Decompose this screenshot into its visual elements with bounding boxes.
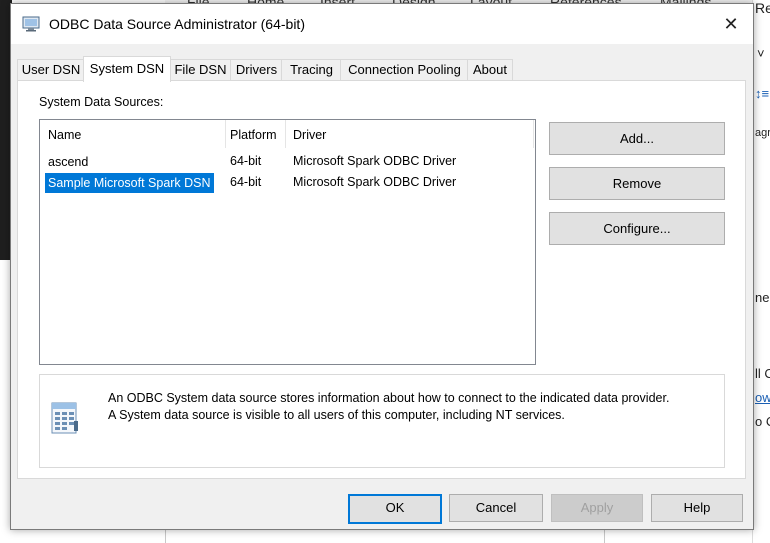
row-platform: 64-bit xyxy=(230,154,262,168)
tab-file-dsn[interactable]: File DSN xyxy=(169,59,232,81)
ok-button[interactable]: OK xyxy=(348,494,442,524)
system-data-sources-label: System Data Sources: xyxy=(39,95,164,109)
row-driver: Microsoft Spark ODBC Driver xyxy=(293,154,457,168)
bg-fragment: ↕≡ xyxy=(755,86,770,101)
close-button[interactable]: ✕ xyxy=(709,4,753,44)
tab-about[interactable]: About xyxy=(467,59,513,81)
info-box: An ODBC System data source stores inform… xyxy=(39,374,725,468)
bg-fragment: o C xyxy=(755,414,770,429)
tab-system-dsn[interactable]: System DSN xyxy=(83,56,171,82)
info-text-line-1: An ODBC System data source stores inform… xyxy=(108,391,670,405)
bg-fragment-link[interactable]: ow xyxy=(755,390,770,405)
list-header: Name Platform Driver xyxy=(40,120,535,150)
bg-fragment: Re xyxy=(755,0,770,16)
row-platform: 64-bit xyxy=(230,175,262,189)
row-name: Sample Microsoft Spark DSN xyxy=(45,173,214,193)
tab-tracing[interactable]: Tracing xyxy=(281,59,342,81)
bg-fragment: agr xyxy=(755,127,770,139)
add-button[interactable]: Add... xyxy=(549,122,725,155)
column-header-driver[interactable]: Driver xyxy=(293,128,326,142)
configure-button[interactable]: Configure... xyxy=(549,212,725,245)
odbc-dialog: ODBC Data Source Administrator (64-bit) … xyxy=(10,3,754,530)
background-bottom xyxy=(0,528,752,543)
list-row-selected[interactable]: Sample Microsoft Spark DSN 64-bit Micros… xyxy=(40,173,535,193)
tab-drivers[interactable]: Drivers xyxy=(230,59,283,81)
row-name: ascend xyxy=(48,155,89,169)
row-driver: Microsoft Spark ODBC Driver xyxy=(293,175,457,189)
title-bar[interactable]: ODBC Data Source Administrator (64-bit) … xyxy=(11,4,753,44)
help-button[interactable]: Help xyxy=(651,494,743,522)
column-header-platform[interactable]: Platform xyxy=(230,128,277,142)
system-dsn-panel: System Data Sources: Name Platform Drive… xyxy=(17,80,746,479)
close-icon: ✕ xyxy=(723,14,739,34)
tab-connection-pooling[interactable]: Connection Pooling xyxy=(340,59,469,81)
info-text-line-2: A System data source is visible to all u… xyxy=(108,408,565,422)
bg-fragment: ˅ xyxy=(757,46,765,61)
column-divider[interactable] xyxy=(285,120,286,148)
bg-separator xyxy=(604,528,605,543)
bg-separator xyxy=(165,528,166,543)
database-icon xyxy=(51,402,78,434)
cancel-button[interactable]: Cancel xyxy=(449,494,543,522)
bg-fragment: ll C xyxy=(755,366,770,381)
remove-button[interactable]: Remove xyxy=(549,167,725,200)
column-divider[interactable] xyxy=(225,120,226,148)
bg-fragment: nec xyxy=(755,290,770,305)
background-right-edge: Re ˅ ↕≡ agr nec ll C ow o C xyxy=(752,0,770,543)
column-header-name[interactable]: Name xyxy=(48,128,81,142)
list-row[interactable]: ascend 64-bit Microsoft Spark ODBC Drive… xyxy=(40,152,535,172)
window-title: ODBC Data Source Administrator (64-bit) xyxy=(49,16,305,32)
tab-user-dsn[interactable]: User DSN xyxy=(17,59,85,81)
data-sources-list[interactable]: Name Platform Driver ascend 64-bit Micro… xyxy=(39,119,536,365)
apply-button[interactable]: Apply xyxy=(551,494,643,522)
column-divider[interactable] xyxy=(533,120,534,148)
odbc-app-icon xyxy=(22,16,40,32)
